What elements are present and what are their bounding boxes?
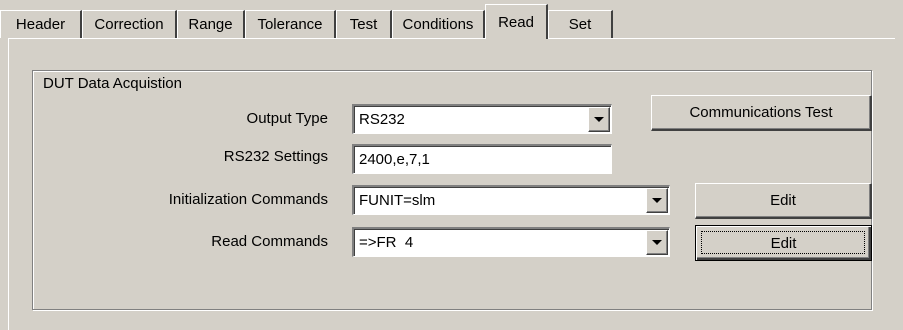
tab-conditions[interactable]: Conditions xyxy=(392,10,485,38)
tab-read[interactable]: Read xyxy=(485,4,548,39)
tab-range[interactable]: Range xyxy=(177,10,245,38)
tab-set[interactable]: Set xyxy=(548,10,613,38)
tab-test[interactable]: Test xyxy=(336,10,392,38)
tab-tolerance[interactable]: Tolerance xyxy=(245,10,336,38)
tab-correction[interactable]: Correction xyxy=(82,10,177,38)
tab-strip: Header Correction Range Tolerance Test C… xyxy=(0,0,903,39)
tab-page-read xyxy=(8,38,895,330)
dialog-window: Header Correction Range Tolerance Test C… xyxy=(0,0,903,330)
tab-header[interactable]: Header xyxy=(0,10,82,38)
